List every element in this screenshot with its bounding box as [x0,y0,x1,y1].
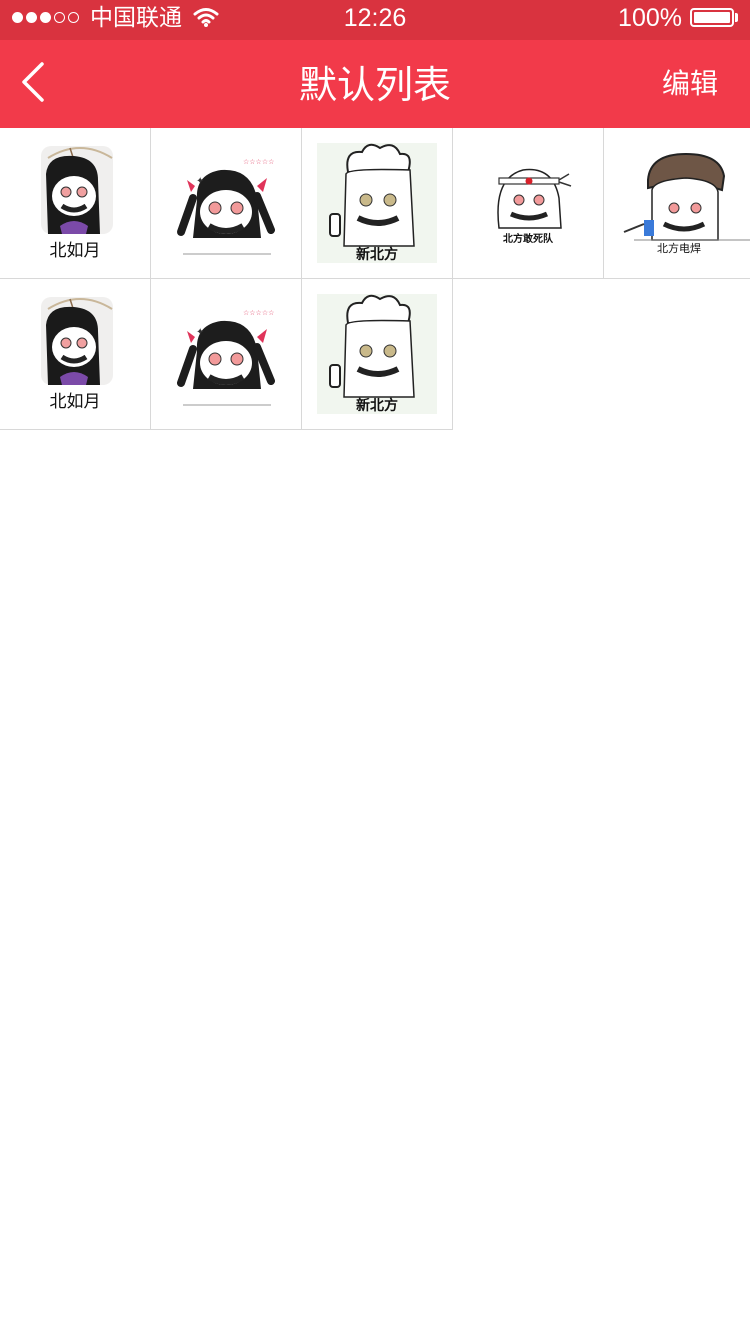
svg-text:✦: ✦ [196,327,204,338]
svg-text:✦: ✦ [196,176,204,187]
sticker-item[interactable]: 新北方 [302,128,453,279]
headband-sticker-icon [497,168,572,229]
sticker-item[interactable]: 北方敢死队 [453,128,604,279]
sticker-caption: 新北方 [356,247,398,263]
svg-text:☆☆☆☆☆: ☆☆☆☆☆ [243,309,274,317]
sticker-caption: 新北方 [356,398,398,414]
twintail-girl-sticker-icon: ☆☆☆☆☆ ✦ [177,158,275,255]
sticker-item[interactable]: 北方电焊 [604,128,750,279]
navigation-bar: 默认列表 编辑 [0,40,750,128]
svg-text:☆☆☆☆☆: ☆☆☆☆☆ [243,158,274,166]
twintail-girl-sticker-icon: ☆☆☆☆☆ ✦ [177,309,275,406]
sticker-item[interactable]: ☆☆☆☆☆ ✦ [151,279,302,430]
status-bar: 中国联通 12:26 100% [0,0,750,40]
battery-tip [735,13,738,22]
sticker-caption: 北方敢死队 [503,234,553,245]
battery-icon [690,8,734,27]
sticker-item[interactable]: 北如月 [0,128,151,279]
edit-button[interactable]: 编辑 [662,66,718,102]
sticker-item[interactable]: 北如月 [0,279,151,430]
sticker-grid: 北如月 ☆☆☆☆☆ ✦ 新北方 北方敢死队 北方电焊 北如月 ☆☆☆☆☆ ✦ 新… [0,128,750,430]
sticker-item[interactable]: ☆☆☆☆☆ ✦ [151,128,302,279]
battery-percentage: 100% [618,4,682,32]
sticker-caption: 北如月 [49,241,101,261]
sticker-item[interactable]: 新北方 [302,279,453,430]
sticker-caption: 北如月 [49,392,101,412]
page-title: 默认列表 [298,63,451,107]
sticker-caption: 北方电焊 [657,242,701,255]
